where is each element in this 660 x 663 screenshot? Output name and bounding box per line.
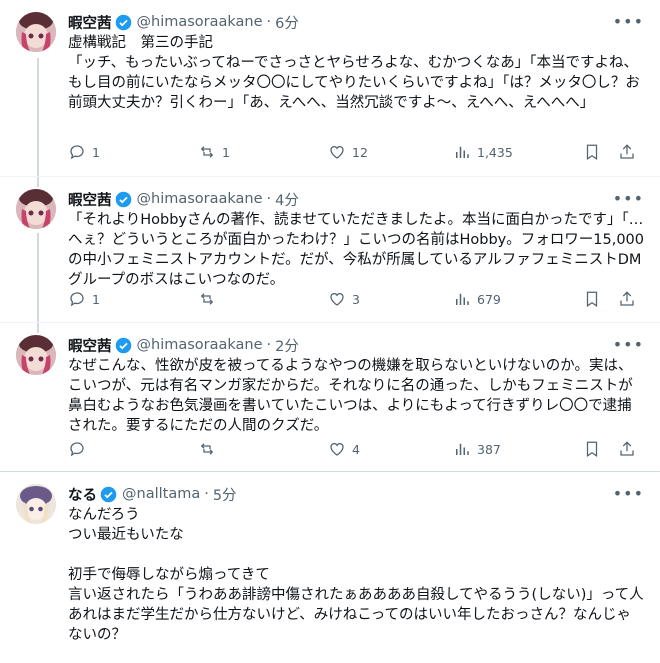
repost-button[interactable]: 1 <box>198 143 230 161</box>
display-name[interactable]: 暇空茜 <box>68 189 112 210</box>
more-options-icon[interactable]: ••• <box>613 335 644 354</box>
share-button[interactable] <box>618 290 636 308</box>
analytics-icon <box>456 293 469 305</box>
timestamp[interactable]: 5分 <box>213 484 237 505</box>
handle[interactable]: @nalltama <box>122 486 200 502</box>
share-icon <box>620 291 634 306</box>
bookmark-icon <box>586 144 598 160</box>
tweet-text: 虚構戦記 第三の手記 「ッチ、もったいぶってねーでさっさとヤらせろよな、むかつく… <box>68 35 640 111</box>
reply-count: 1 <box>92 144 100 160</box>
bookmark-button[interactable] <box>583 290 601 308</box>
share-button[interactable] <box>618 143 636 161</box>
tweet-header: 暇空茜 @himasoraakane · 6分 <box>68 12 644 32</box>
separator-dot: · <box>266 14 272 30</box>
like-button[interactable]: 4 <box>328 440 360 458</box>
view-count: 1,435 <box>477 144 513 160</box>
repost-button[interactable] <box>198 290 222 308</box>
separator-dot: · <box>266 337 272 353</box>
verified-badge-icon <box>100 486 117 502</box>
action-bar: 1 3 679 <box>68 289 644 309</box>
like-button[interactable]: 3 <box>328 290 360 308</box>
more-options-icon[interactable]: ••• <box>613 189 644 208</box>
avatar[interactable] <box>16 484 56 524</box>
bookmark-button[interactable] <box>583 143 601 161</box>
repost-button[interactable] <box>198 440 222 458</box>
reply-button[interactable]: 1 <box>68 290 100 308</box>
reply-count: 1 <box>92 291 100 307</box>
tweet[interactable]: 暇空茜 @himasoraakane · 6分 ••• 虚構戦記 第三の手記 「… <box>0 0 660 177</box>
separator-dot: · <box>266 191 272 207</box>
like-count: 4 <box>352 441 360 457</box>
verified-badge-icon <box>115 337 131 353</box>
thread-line <box>37 58 39 176</box>
views-button[interactable]: 1,435 <box>453 143 513 161</box>
tweet-header: 暇空茜 @himasoraakane · 2分 <box>68 335 644 355</box>
views-button[interactable]: 387 <box>453 440 501 458</box>
reply-button[interactable]: 1 <box>68 143 100 161</box>
action-bar: 1 1 12 1,435 <box>68 142 644 162</box>
analytics-icon <box>456 443 469 455</box>
thread-line <box>37 177 39 187</box>
repost-count: 1 <box>222 144 230 160</box>
tweet-header: 暇空茜 @himasoraakane · 4分 <box>68 189 644 209</box>
heart-icon <box>330 293 344 306</box>
reply-button[interactable] <box>68 440 92 458</box>
repost-icon <box>200 293 214 305</box>
repost-icon <box>200 146 214 158</box>
tweet[interactable]: 暇空茜 @himasoraakane · 2分 ••• なぜこんな、性欲が皮を被… <box>0 323 660 472</box>
share-button[interactable] <box>618 440 636 458</box>
display-name[interactable]: 暇空茜 <box>68 335 112 356</box>
timestamp[interactable]: 2分 <box>275 335 299 356</box>
avatar[interactable] <box>16 335 56 375</box>
handle[interactable]: @himasoraakane <box>137 14 263 30</box>
view-count: 679 <box>477 291 501 307</box>
thread-line <box>37 323 39 333</box>
separator-dot: · <box>204 486 209 502</box>
tweet-text: なんだろう つい最近もいたな 初手で侮辱しながら煽ってきて 言い返されたら「うわ… <box>68 507 644 643</box>
view-count: 387 <box>477 441 501 457</box>
share-icon <box>620 441 634 456</box>
bookmark-icon <box>586 291 598 307</box>
tweet-text: なぜこんな、性欲が皮を被ってるようなやつの機嫌を取らないといけないのか。実は、こ… <box>68 358 633 434</box>
repost-icon <box>200 443 214 455</box>
timestamp[interactable]: 6分 <box>275 12 299 33</box>
analytics-icon <box>456 146 469 158</box>
like-button[interactable]: 12 <box>328 143 368 161</box>
avatar[interactable] <box>16 12 56 52</box>
more-options-icon[interactable]: ••• <box>613 484 644 503</box>
like-count: 12 <box>352 144 368 160</box>
action-bar: 4 387 <box>68 439 644 459</box>
handle[interactable]: @himasoraakane <box>137 337 263 353</box>
reply-icon <box>70 145 84 160</box>
heart-icon <box>330 146 344 159</box>
bookmark-button[interactable] <box>583 440 601 458</box>
tweet[interactable]: なる @nalltama · 5分 ••• なんだろう つい最近もいたな 初手で… <box>0 472 660 663</box>
more-options-icon[interactable]: ••• <box>613 12 644 31</box>
timestamp[interactable]: 4分 <box>275 189 299 210</box>
handle[interactable]: @himasoraakane <box>137 191 263 207</box>
share-icon <box>620 144 634 159</box>
reply-icon <box>70 292 84 307</box>
tweet[interactable]: 暇空茜 @himasoraakane · 4分 ••• 「それよりHobbyさん… <box>0 177 660 323</box>
display-name[interactable]: なる <box>68 484 97 505</box>
reply-icon <box>70 442 84 457</box>
bookmark-icon <box>586 441 598 457</box>
verified-badge-icon <box>115 14 131 30</box>
like-count: 3 <box>352 291 360 307</box>
views-button[interactable]: 679 <box>453 290 501 308</box>
display-name[interactable]: 暇空茜 <box>68 12 112 33</box>
tweet-text: 「それよりHobbyさんの著作、読ませていただきましたよ。本当に面白かったです」… <box>68 212 644 288</box>
tweet-header: なる @nalltama · 5分 <box>68 484 644 504</box>
verified-badge-icon <box>115 191 131 207</box>
heart-icon <box>330 443 344 456</box>
thread-line <box>37 233 39 322</box>
avatar[interactable] <box>16 189 56 229</box>
